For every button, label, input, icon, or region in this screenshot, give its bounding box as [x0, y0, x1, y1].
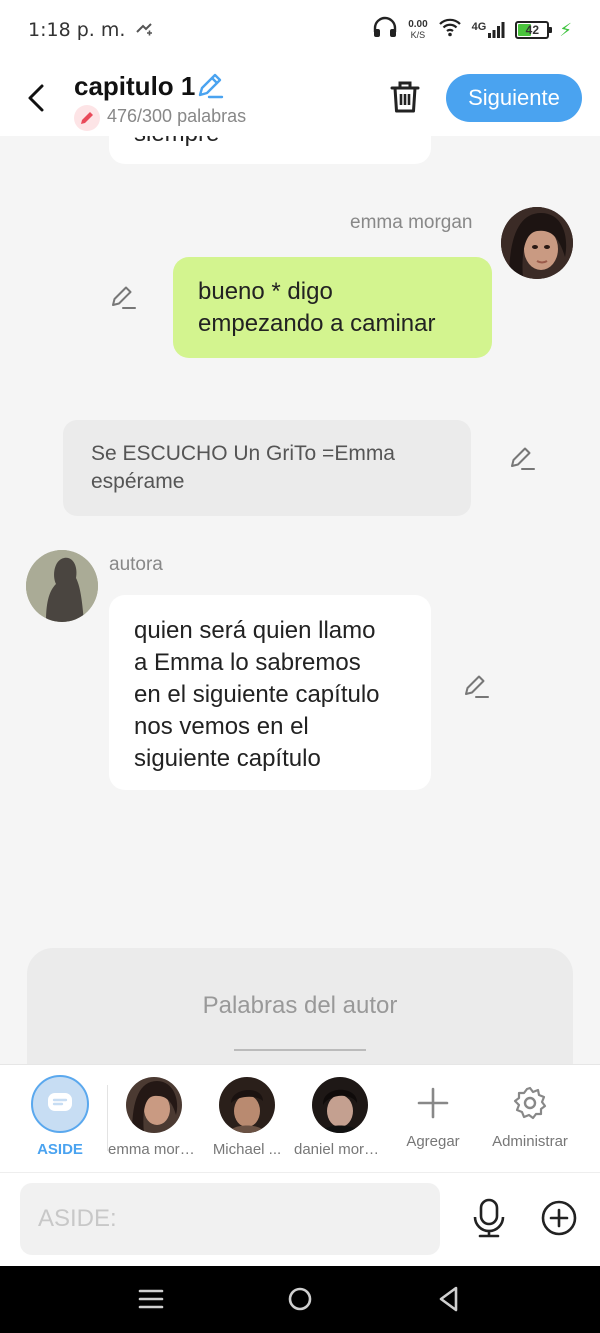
chat-area[interactable]: siempre emma morgan bueno * digo empezan… — [0, 136, 600, 1064]
character-emma[interactable]: emma morgan — [106, 1075, 202, 1158]
author-words-card[interactable]: Palabras del autor — [27, 948, 573, 1064]
home-nav-button[interactable] — [285, 1284, 315, 1314]
author-avatar-image — [26, 550, 98, 622]
message-text: siempre — [134, 136, 219, 150]
avatar[interactable] — [501, 207, 573, 279]
trash-icon — [390, 81, 420, 113]
aside-icon — [31, 1075, 89, 1133]
character-michael[interactable]: Michael ... — [199, 1075, 295, 1158]
microphone-button[interactable] — [470, 1197, 508, 1239]
charging-icon: ⚡ — [559, 19, 572, 40]
avatar[interactable] — [26, 550, 98, 622]
sender-name: emma morgan — [350, 212, 473, 233]
author-words-divider — [234, 1049, 366, 1051]
edit-title-icon[interactable] — [195, 70, 225, 100]
add-attachment-button[interactable] — [540, 1199, 578, 1237]
menu-nav-button[interactable] — [136, 1284, 166, 1314]
wifi-icon — [438, 17, 462, 43]
author-words-label: Palabras del autor — [202, 992, 398, 1019]
headphones-icon — [372, 16, 398, 44]
status-bar: 1:18 p. m. 0.00 K/S 4G 42 ⚡ — [0, 0, 600, 60]
chapter-title[interactable]: capitulo 1 — [74, 71, 195, 102]
net-speed: 0.00 K/S — [408, 19, 428, 41]
plus-circle-icon — [541, 1200, 577, 1236]
character-label: daniel morgan — [294, 1141, 386, 1158]
avatar — [219, 1077, 275, 1133]
chevron-left-icon — [28, 84, 44, 112]
home-circle-icon — [288, 1287, 312, 1311]
character-label: emma morgan — [108, 1141, 200, 1158]
message-bubble[interactable]: bueno * digo empezando a caminar — [173, 257, 492, 358]
avatar — [126, 1077, 182, 1133]
signal-icon: 4G — [472, 21, 506, 39]
avatar — [312, 1077, 368, 1133]
net-speed-unit: K/S — [410, 30, 426, 40]
narration-bubble[interactable]: Se ESCUCHO Un GriTo =Emma espérame — [63, 420, 471, 516]
message-bubble[interactable]: siempre — [109, 136, 431, 164]
back-triangle-icon — [439, 1286, 458, 1312]
character-label: Michael ... — [212, 1141, 282, 1158]
chapter-header: capitulo 1 476/300 palabras Siguiente — [0, 60, 600, 136]
notification-icon — [135, 22, 153, 39]
battery-icon: 42 — [515, 21, 553, 39]
aside-input[interactable] — [20, 1183, 440, 1255]
character-daniel[interactable]: daniel morgan — [292, 1075, 388, 1158]
gear-icon — [502, 1075, 558, 1131]
net-speed-value: 0.00 — [408, 19, 428, 30]
add-character-button[interactable]: Agregar — [385, 1075, 481, 1150]
edit-message-icon[interactable] — [109, 282, 137, 310]
menu-icon — [138, 1289, 164, 1309]
character-label: ASIDE — [37, 1141, 83, 1158]
back-button[interactable] — [22, 78, 52, 118]
narration-text: Se ESCUCHO Un GriTo =Emma espérame — [91, 442, 395, 493]
message-text: bueno * digo empezando a caminar — [198, 278, 436, 337]
message-text: quien será quien llamo a Emma lo sabremo… — [134, 617, 380, 772]
emma-avatar-image — [501, 207, 573, 279]
add-label: Agregar — [406, 1133, 460, 1150]
manage-characters-button[interactable]: Administrar — [482, 1075, 578, 1150]
battery-level: 42 — [525, 23, 540, 37]
word-count: 476/300 palabras — [107, 106, 247, 126]
edit-message-icon[interactable] — [508, 443, 536, 471]
back-nav-button[interactable] — [434, 1284, 464, 1314]
sender-name: autora — [109, 554, 163, 575]
manage-label: Administrar — [492, 1133, 568, 1150]
message-bubble[interactable]: quien será quien llamo a Emma lo sabremo… — [109, 595, 431, 790]
character-aside[interactable]: ASIDE — [12, 1075, 108, 1158]
plus-icon — [405, 1075, 461, 1131]
system-nav-bar — [0, 1266, 600, 1333]
next-button[interactable]: Siguiente — [446, 74, 582, 122]
input-bar — [0, 1172, 600, 1266]
delete-button[interactable] — [387, 78, 423, 116]
pencil-icon — [74, 105, 100, 131]
character-bar: ASIDE emma morgan Michael ... daniel mor… — [0, 1064, 600, 1172]
edit-message-icon[interactable] — [462, 671, 490, 699]
microphone-icon — [473, 1198, 505, 1238]
network-type: 4G — [471, 21, 487, 33]
status-time: 1:18 p. m. — [28, 19, 126, 41]
